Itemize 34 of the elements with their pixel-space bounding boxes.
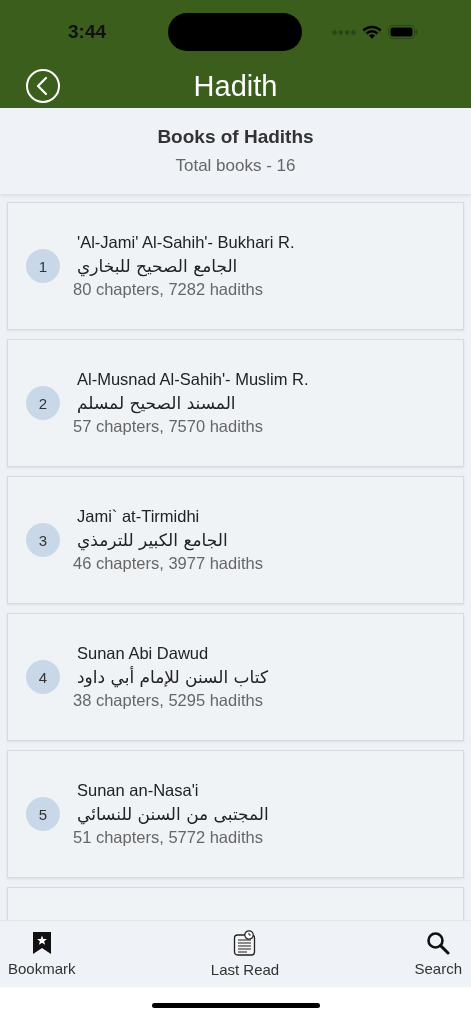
- arabic-title: الجامع الكبير للترمذي: [77, 530, 228, 550]
- number-badge: 2: [26, 386, 60, 420]
- book-stats: 38 chapters, 5295 hadiths: [73, 691, 263, 710]
- book-count: Total books - 16: [175, 156, 296, 176]
- wifi-icon: [362, 24, 382, 40]
- battery-icon: [388, 25, 418, 39]
- status-time: 3:44: [68, 21, 108, 43]
- book-stats: 80 chapters, 7282 hadiths: [73, 280, 263, 299]
- signal-icon: [332, 29, 356, 35]
- screen-title: Hadith: [192, 69, 279, 103]
- arabic-title: كتاب السنن للإمام أبي داود: [77, 667, 268, 687]
- number-badge: 4: [26, 660, 60, 694]
- back-button[interactable]: [25, 68, 61, 104]
- book-stats: 51 chapters, 5772 hadiths: [73, 828, 263, 847]
- clipboard-clock-icon: [233, 930, 257, 956]
- book-stats: 57 chapters, 7570 hadiths: [73, 417, 263, 436]
- search-icon: [426, 931, 451, 955]
- number-badge: 5: [26, 797, 60, 831]
- bookmark-icon: [31, 931, 52, 955]
- book-title: Jami` at-Tirmidhi: [77, 507, 200, 526]
- book-title: 'Al-Jami' Al-Sahih'- Bukhari R.: [77, 233, 295, 252]
- book-title: Al-Musnad Al-Sahih'- Muslim R.: [77, 370, 309, 389]
- arabic-title: المسند الصحيح لمسلم: [77, 393, 236, 413]
- book-stats: 46 chapters, 3977 hadiths: [73, 554, 263, 573]
- tab-button[interactable]: Search: [414, 931, 462, 977]
- number-badge: 3: [26, 523, 60, 557]
- book-title: Sunan Abi Dawud: [77, 644, 209, 663]
- arabic-title: الجامع الصحيح للبخاري: [77, 256, 238, 276]
- book-title: Sunan an-Nasa'i: [77, 781, 199, 800]
- arabic-title: المجتبى من السنن للنسائي: [77, 804, 269, 824]
- tab-button[interactable]: Last Read: [210, 930, 280, 978]
- section-heading: Books of Hadiths: [157, 126, 314, 148]
- tab-button[interactable]: Bookmark: [8, 931, 76, 977]
- number-badge: 1: [26, 249, 60, 283]
